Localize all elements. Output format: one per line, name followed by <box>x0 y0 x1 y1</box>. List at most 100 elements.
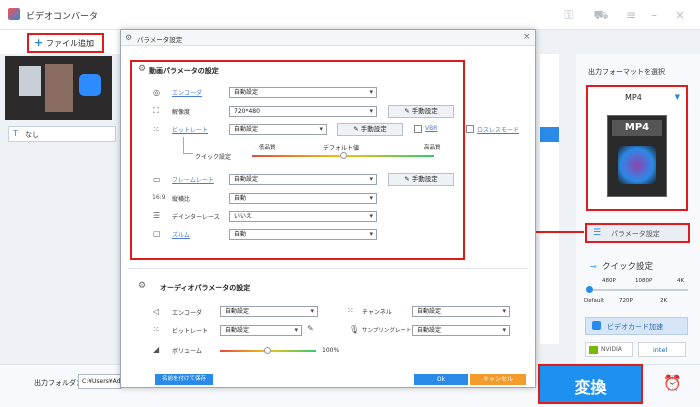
add-file-button[interactable]: + ファイル追加 <box>27 33 104 53</box>
text-icon: T <box>13 129 18 138</box>
zoom-icon <box>79 74 101 96</box>
ok-button[interactable]: Ok <box>414 374 468 385</box>
key-icon[interactable]: ⚿ <box>561 8 577 22</box>
audio-divider <box>128 268 528 269</box>
audio-encoder-icon: ◁ <box>153 307 160 316</box>
channel-select[interactable]: 自動設定 <box>412 306 510 317</box>
quick-slider-track[interactable] <box>588 289 688 291</box>
aspect-ratio-label: 縦横比 <box>172 196 191 203</box>
nvidia-logo-icon <box>589 346 598 354</box>
channel-icon: ⁙ <box>347 306 354 315</box>
resolution-icon: ⛶ <box>153 106 159 115</box>
gpu-icon <box>592 321 601 330</box>
minimize-icon[interactable]: – <box>646 8 662 22</box>
dialog-close-icon[interactable]: × <box>523 32 531 42</box>
format-selector[interactable]: MP4 ▼ MP4 <box>586 85 688 211</box>
channel-label: チャンネル <box>362 309 392 316</box>
quick-tick-bottom-2: 2K <box>660 298 668 304</box>
quality-slider-knob[interactable] <box>340 152 347 159</box>
mp4-file-icon: MP4 <box>607 115 667 197</box>
sample-rate-select[interactable]: 自動設定 <box>412 325 510 336</box>
video-encoder-select[interactable]: 自動設定 <box>229 87 377 98</box>
thumbnail-frame <box>45 64 73 112</box>
quick-tree-line <box>183 137 193 154</box>
dialog-title: パラメータ設定 <box>137 36 183 44</box>
video-thumbnail[interactable] <box>5 56 112 120</box>
audio-settings-icon: ⚙ <box>138 281 147 291</box>
aspect-ratio-icon: 16:9 <box>152 194 166 201</box>
video-bitrate-select[interactable]: 自動設定 <box>229 124 327 135</box>
pencil-icon: ✎ <box>404 175 412 183</box>
parameter-settings-label: パラメータ設定 <box>611 230 660 238</box>
nvidia-badge: NVIDIA <box>585 342 633 357</box>
audio-section-title: オーディオパラメータの設定 <box>160 284 251 292</box>
audio-bitrate-edit-icon[interactable]: ✎ <box>307 324 314 333</box>
framerate-manual-label: 手動設定 <box>411 175 438 183</box>
lossless-label: ロスレスモード <box>477 127 520 134</box>
subtitle-select[interactable]: T なし <box>8 126 116 142</box>
deinterlace-icon: ☰ <box>153 211 161 220</box>
vbr-checkbox[interactable] <box>414 125 422 133</box>
quick-tick-bottom-0: Default <box>584 298 605 304</box>
audio-bitrate-label: ビットレート <box>172 328 209 335</box>
deinterlace-select[interactable]: いいえ <box>229 211 377 222</box>
framerate-icon: ▭ <box>153 175 161 184</box>
mic-icon: 🎙 <box>349 325 360 334</box>
bitrate-icon: ⁙ <box>153 125 160 134</box>
quick-tick-top-2: 4K <box>677 278 685 284</box>
zoom-mode-label[interactable]: ズルム <box>172 230 190 239</box>
video-encoder-label[interactable]: エンコーダ <box>172 88 202 97</box>
audio-bitrate-icon: ⁙ <box>153 325 160 334</box>
volume-slider-knob[interactable] <box>264 347 271 354</box>
subtitle-value: なし <box>25 131 39 139</box>
audio-bitrate-select[interactable]: 自動設定 <box>220 325 302 336</box>
plus-icon: + <box>34 36 44 49</box>
menu-icon[interactable]: ≡ <box>623 8 639 22</box>
framerate-select[interactable]: 自動設定 <box>229 174 377 185</box>
cart-icon[interactable]: ⛟ <box>593 8 609 22</box>
gpu-accel-label: ビデオカード加速 <box>607 323 663 331</box>
quick-tick-top-0: 480P <box>602 278 616 284</box>
lossless-checkbox[interactable] <box>466 125 474 133</box>
framerate-label[interactable]: フレームレート <box>172 175 214 184</box>
blue-strip <box>540 127 559 142</box>
zoom-mode-select[interactable]: 自動 <box>229 229 377 240</box>
save-as-button[interactable]: 名前を付けて保存 <box>155 374 213 385</box>
aspect-ratio-select[interactable]: 自動 <box>229 193 377 204</box>
resolution-manual-button[interactable]: ✎ 手動設定 <box>388 105 454 118</box>
bitrate-manual-button[interactable]: ✎ 手動設定 <box>337 123 403 136</box>
default-value-label: デフォルト値 <box>323 145 360 152</box>
thumbnail-screen <box>19 66 41 96</box>
resolution-label: 解像度 <box>172 109 191 116</box>
mp4-badge: MP4 <box>612 120 662 136</box>
gpu-accel-button[interactable]: ビデオカード加速 <box>585 317 688 335</box>
audio-encoder-label: エンコーダ <box>172 310 203 317</box>
output-folder-input[interactable]: C:¥Users¥Ad <box>78 374 122 389</box>
intel-label: intel <box>653 346 668 354</box>
dialog-gear-icon: ⚙ <box>125 33 133 42</box>
resolution-manual-label: 手動設定 <box>411 107 438 115</box>
app-logo-icon <box>8 8 20 20</box>
dialog-header <box>121 30 535 46</box>
framerate-manual-button[interactable]: ✎ 手動設定 <box>388 173 454 186</box>
high-quality-label: 高品質 <box>424 145 441 151</box>
convert-label: 変換 <box>574 378 607 397</box>
video-bitrate-label[interactable]: ビットレート <box>172 125 208 134</box>
deinterlace-label: デインターレース <box>172 214 220 221</box>
alarm-clock-icon[interactable]: ⏰ <box>663 374 682 392</box>
video-section-title: 動画パラメータの設定 <box>149 67 219 75</box>
quick-slider-knob[interactable] <box>586 286 593 293</box>
close-icon[interactable]: × <box>672 8 688 22</box>
add-file-label: ファイル追加 <box>46 39 94 48</box>
nvidia-label: NVIDIA <box>601 346 622 353</box>
convert-button[interactable]: 変換 <box>538 364 643 404</box>
volume-value: 100% <box>322 347 340 354</box>
side-strip <box>540 54 559 344</box>
parameter-settings-button[interactable]: ☰ パラメータ設定 <box>585 223 690 243</box>
format-name: MP4 <box>625 93 642 102</box>
cancel-button[interactable]: キャンセル <box>470 374 526 385</box>
audio-encoder-select[interactable]: 自動設定 <box>220 306 318 317</box>
quick-tick-bottom-1: 720P <box>619 298 633 304</box>
vbr-label: VBR <box>425 125 438 132</box>
resolution-select[interactable]: 720*480 <box>229 106 377 117</box>
